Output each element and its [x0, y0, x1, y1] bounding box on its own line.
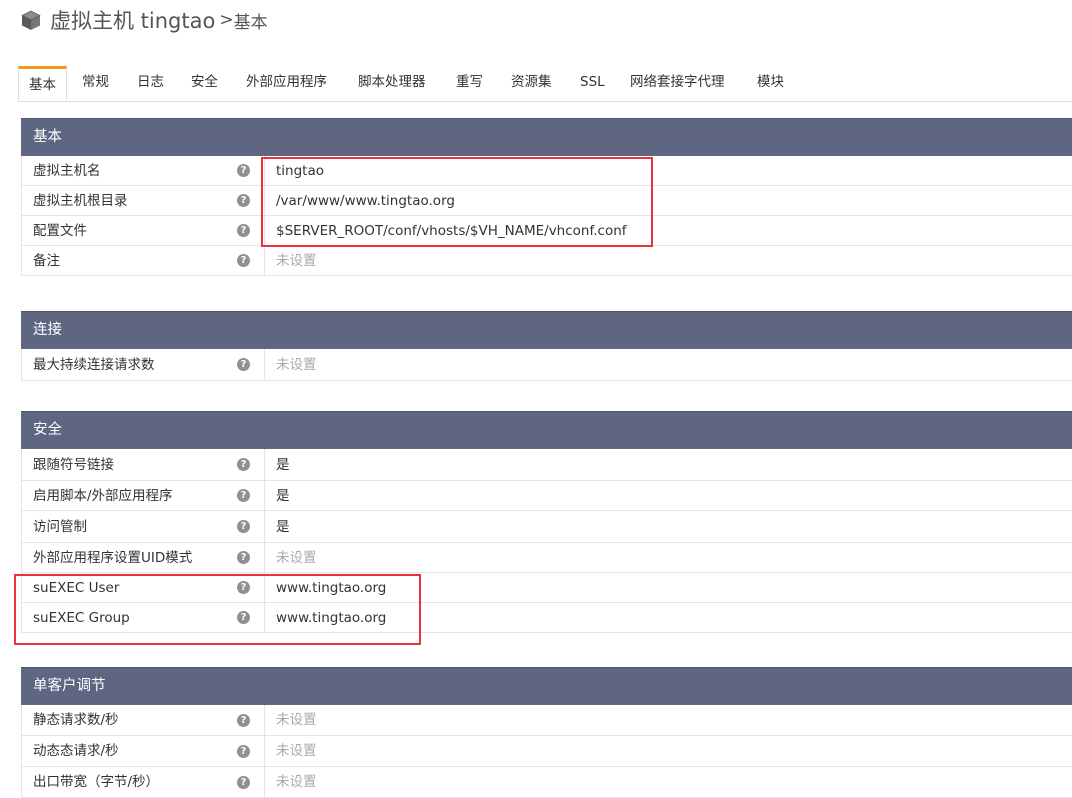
setting-value: 未设置 — [276, 712, 317, 728]
tab-basic[interactable]: 基本 — [18, 66, 67, 101]
setting-value: 是 — [276, 457, 290, 473]
setting-row: 静态请求数/秒 ? 未设置 — [21, 705, 1072, 736]
setting-label: suEXEC Group — [33, 610, 130, 626]
section-header: 安全 — [21, 411, 1072, 449]
setting-value: 是 — [276, 488, 290, 504]
setting-label: 配置文件 — [33, 223, 87, 239]
setting-label: 备注 — [33, 253, 60, 269]
setting-row: 跟随符号链接 ? 是 — [21, 449, 1072, 481]
tab-security[interactable]: 安全 — [191, 66, 218, 99]
help-icon[interactable]: ? — [237, 489, 250, 502]
setting-row: 外部应用程序设置UID模式 ? 未设置 — [21, 543, 1072, 573]
help-icon[interactable]: ? — [237, 194, 250, 207]
divider — [264, 481, 265, 510]
setting-label: 启用脚本/外部应用程序 — [33, 488, 173, 504]
section-security: 安全 跟随符号链接 ? 是 启用脚本/外部应用程序 ? 是 访问管制 ? 是 外… — [21, 411, 1072, 633]
page-header: 虚拟主机 tingtao > 基本 — [20, 4, 268, 36]
help-icon[interactable]: ? — [237, 714, 250, 727]
setting-value: 未设置 — [276, 550, 317, 566]
setting-value: 未设置 — [276, 743, 317, 759]
section-header: 单客户调节 — [21, 667, 1072, 705]
setting-row: 备注 ? 未设置 — [21, 246, 1072, 276]
tab-bar: 基本 常规 日志 安全 外部应用程序 脚本处理器 重写 资源集 SSL 网络套接… — [18, 66, 1072, 102]
help-icon[interactable]: ? — [237, 458, 250, 471]
setting-row: 配置文件 ? $SERVER_ROOT/conf/vhosts/$VH_NAME… — [21, 216, 1072, 246]
setting-value: tingtao — [276, 163, 324, 179]
setting-value: $SERVER_ROOT/conf/vhosts/$VH_NAME/vhconf… — [276, 223, 627, 239]
divider — [264, 511, 265, 542]
setting-label: 最大持续连接请求数 — [33, 357, 155, 373]
divider — [264, 767, 265, 797]
setting-row: 启用脚本/外部应用程序 ? 是 — [21, 481, 1072, 511]
help-icon[interactable]: ? — [237, 224, 250, 237]
divider — [264, 449, 265, 480]
breadcrumb-current: 基本 — [233, 12, 268, 33]
setting-value: 未设置 — [276, 253, 317, 269]
divider — [264, 705, 265, 735]
divider — [264, 246, 265, 275]
setting-row: 虚拟主机根目录 ? /var/www/www.tingtao.org — [21, 186, 1072, 216]
help-icon[interactable]: ? — [237, 551, 250, 564]
setting-row: suEXEC User ? www.tingtao.org — [21, 573, 1072, 603]
setting-row: 最大持续连接请求数 ? 未设置 — [21, 349, 1072, 381]
section-header: 基本 — [21, 118, 1072, 156]
divider — [264, 736, 265, 766]
divider — [264, 573, 265, 602]
setting-row: 动态态请求/秒 ? 未设置 — [21, 736, 1072, 767]
setting-value: www.tingtao.org — [276, 610, 387, 626]
setting-row: 访问管制 ? 是 — [21, 511, 1072, 543]
setting-value: /var/www/www.tingtao.org — [276, 193, 455, 209]
tab-general[interactable]: 常规 — [82, 66, 109, 99]
divider — [264, 216, 265, 245]
tab-rewrite[interactable]: 重写 — [456, 66, 483, 99]
setting-label: 访问管制 — [33, 519, 87, 535]
tab-external-app[interactable]: 外部应用程序 — [246, 66, 327, 99]
tab-script-handler[interactable]: 脚本处理器 — [358, 66, 426, 99]
section-header: 连接 — [21, 311, 1072, 349]
setting-label: 动态态请求/秒 — [33, 743, 119, 759]
cube-icon — [21, 10, 41, 30]
setting-label: 静态请求数/秒 — [33, 712, 119, 728]
section-per-client-throttling: 单客户调节 静态请求数/秒 ? 未设置 动态态请求/秒 ? 未设置 出口带宽（字… — [21, 667, 1072, 798]
setting-label: 外部应用程序设置UID模式 — [33, 550, 193, 566]
setting-value: 未设置 — [276, 357, 317, 373]
help-icon[interactable]: ? — [237, 745, 250, 758]
setting-label: suEXEC User — [33, 580, 120, 596]
setting-row: suEXEC Group ? www.tingtao.org — [21, 603, 1072, 633]
help-icon[interactable]: ? — [237, 254, 250, 267]
section-basic: 基本 虚拟主机名 ? tingtao 虚拟主机根目录 ? /var/www/ww… — [21, 118, 1072, 276]
help-icon[interactable]: ? — [237, 358, 250, 371]
divider — [264, 603, 265, 632]
setting-label: 虚拟主机名 — [33, 163, 101, 179]
divider — [264, 156, 265, 185]
tab-websocket-proxy[interactable]: 网络套接字代理 — [630, 66, 725, 99]
section-connection: 连接 最大持续连接请求数 ? 未设置 — [21, 311, 1072, 381]
setting-row: 虚拟主机名 ? tingtao — [21, 156, 1072, 186]
tab-ssl[interactable]: SSL — [580, 66, 605, 99]
divider — [264, 543, 265, 572]
setting-value: www.tingtao.org — [276, 580, 387, 596]
setting-value: 是 — [276, 519, 290, 535]
divider — [264, 349, 265, 380]
help-icon[interactable]: ? — [237, 164, 250, 177]
page-title: 虚拟主机 tingtao — [50, 9, 216, 33]
divider — [264, 186, 265, 215]
tab-log[interactable]: 日志 — [137, 66, 164, 99]
setting-label: 跟随符号链接 — [33, 457, 114, 473]
setting-label: 虚拟主机根目录 — [33, 193, 128, 209]
breadcrumb-separator: > — [219, 10, 234, 30]
tab-modules[interactable]: 模块 — [757, 66, 784, 99]
tab-context[interactable]: 资源集 — [511, 66, 552, 99]
help-icon[interactable]: ? — [237, 581, 250, 594]
help-icon[interactable]: ? — [237, 520, 250, 533]
help-icon[interactable]: ? — [237, 611, 250, 624]
